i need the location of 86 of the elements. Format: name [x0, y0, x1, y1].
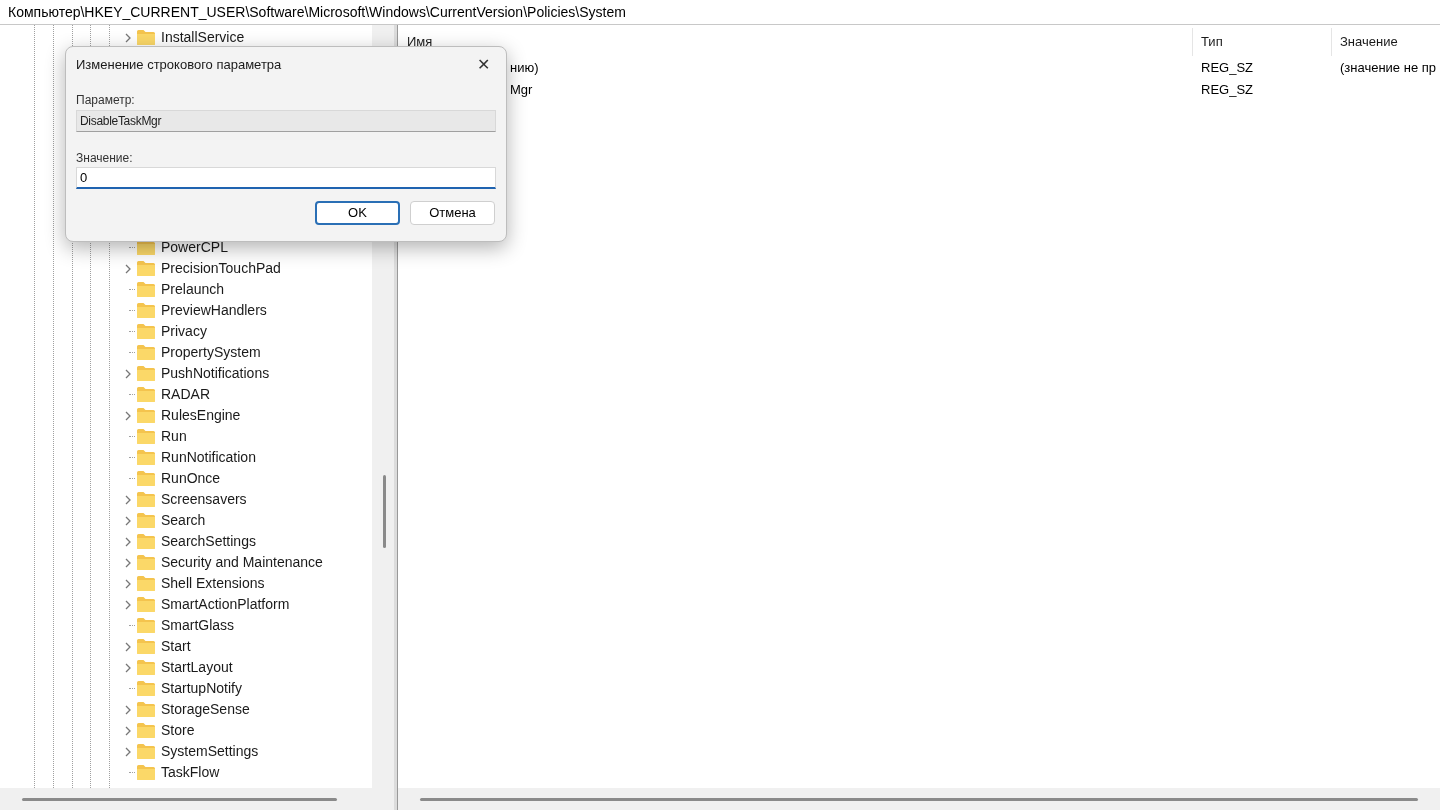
table-cell: REG_SZ: [1201, 60, 1253, 75]
tree-item[interactable]: Prelaunch: [161, 279, 225, 300]
tree-item[interactable]: StartupNotify: [161, 678, 242, 699]
scrollbar-thumb[interactable]: [22, 797, 337, 801]
chevron-icon[interactable]: [124, 578, 132, 589]
tree-item[interactable]: PreviewHandlers: [161, 300, 267, 321]
chevron-icon[interactable]: [124, 662, 132, 673]
column-header[interactable]: Значение: [1340, 32, 1398, 52]
tree-item[interactable]: Search: [161, 510, 206, 531]
folder-icon: [136, 533, 156, 550]
tree-item[interactable]: Store: [161, 720, 195, 741]
parameter-field: DisableTaskMgr: [76, 110, 496, 132]
folder-icon: [136, 554, 156, 571]
folder-icon: [136, 659, 156, 676]
folder-icon: [136, 281, 156, 298]
chevron-icon[interactable]: [124, 599, 132, 610]
tree-item[interactable]: SystemSettings: [161, 741, 259, 762]
folder-icon: [136, 764, 156, 781]
folder-icon: [136, 29, 156, 46]
folder-icon: [136, 470, 156, 487]
tree-item[interactable]: PushNotifications: [161, 363, 270, 384]
tree-item[interactable]: RADAR: [161, 384, 210, 405]
tree-item[interactable]: Privacy: [161, 321, 207, 342]
dialog-button[interactable]: Отмена: [410, 201, 495, 225]
folder-icon: [136, 512, 156, 529]
address-path[interactable]: Компьютер\HKEY_CURRENT_USER\Software\Microsoft\Windows\CurrentVersion\Policies\System: [8, 1, 626, 23]
tree-item[interactable]: SmartGlass: [161, 615, 235, 636]
tree-item[interactable]: Security and Maintenance: [161, 552, 323, 573]
chevron-icon[interactable]: [124, 494, 132, 505]
tree-item[interactable]: Run: [161, 426, 187, 447]
tree-item[interactable]: Screensavers: [161, 489, 247, 510]
table-cell: REG_SZ: [1201, 82, 1253, 97]
folder-icon: [136, 722, 156, 739]
tree-item[interactable]: TaskFlow: [161, 762, 220, 783]
table-cell: (значение не пр: [1340, 60, 1436, 75]
folder-icon: [136, 701, 156, 718]
tree-item[interactable]: SmartActionPlatform: [161, 594, 290, 615]
tree-item[interactable]: RunNotification: [161, 447, 256, 468]
folder-icon: [136, 386, 156, 403]
chevron-icon[interactable]: [124, 557, 132, 568]
chevron-icon[interactable]: [124, 746, 132, 757]
chevron-icon[interactable]: [124, 536, 132, 547]
chevron-icon[interactable]: [124, 410, 132, 421]
dialog-title: Изменение строкового параметра: [76, 56, 282, 75]
value-field[interactable]: 0: [76, 167, 496, 189]
table-cell: Mgr: [510, 82, 533, 97]
tree-item[interactable]: InstallService: [161, 27, 245, 48]
tree-item[interactable]: SearchSettings: [161, 531, 256, 552]
folder-icon: [136, 302, 156, 319]
chevron-icon[interactable]: [124, 263, 132, 274]
field-label: Параметр:: [76, 92, 136, 107]
scrollbar-thumb[interactable]: [383, 475, 386, 548]
folder-icon: [136, 680, 156, 697]
folder-icon: [136, 428, 156, 445]
tree-item[interactable]: PropertySystem: [161, 342, 261, 363]
chevron-icon[interactable]: [124, 515, 132, 526]
chevron-icon[interactable]: [124, 725, 132, 736]
table-cell: нию): [510, 60, 539, 75]
close-button[interactable]: ✕: [468, 52, 498, 78]
folder-icon: [136, 407, 156, 424]
folder-icon: [136, 491, 156, 508]
folder-icon: [136, 638, 156, 655]
folder-icon: [136, 743, 156, 760]
folder-icon: [136, 617, 156, 634]
folder-icon: [136, 260, 156, 277]
folder-icon: [136, 344, 156, 361]
chevron-icon[interactable]: [124, 641, 132, 652]
tree-item[interactable]: Shell Extensions: [161, 573, 265, 594]
field-label: Значение:: [76, 150, 134, 165]
tree-item[interactable]: RunOnce: [161, 468, 221, 489]
tree-item[interactable]: StorageSense: [161, 699, 250, 720]
chevron-icon[interactable]: [124, 368, 132, 379]
folder-icon: [136, 323, 156, 340]
column-header[interactable]: Тип: [1201, 32, 1223, 52]
dialog-button[interactable]: OK: [315, 201, 400, 225]
tree-item[interactable]: Start: [161, 636, 191, 657]
chevron-icon[interactable]: [124, 704, 132, 715]
tree-item[interactable]: RulesEngine: [161, 405, 241, 426]
tree-item[interactable]: PrecisionTouchPad: [161, 258, 281, 279]
folder-icon: [136, 596, 156, 613]
folder-icon: [136, 449, 156, 466]
chevron-icon[interactable]: [124, 32, 132, 43]
folder-icon: [136, 365, 156, 382]
scrollbar-thumb[interactable]: [420, 797, 1418, 801]
tree-item[interactable]: StartLayout: [161, 657, 233, 678]
folder-icon: [136, 575, 156, 592]
